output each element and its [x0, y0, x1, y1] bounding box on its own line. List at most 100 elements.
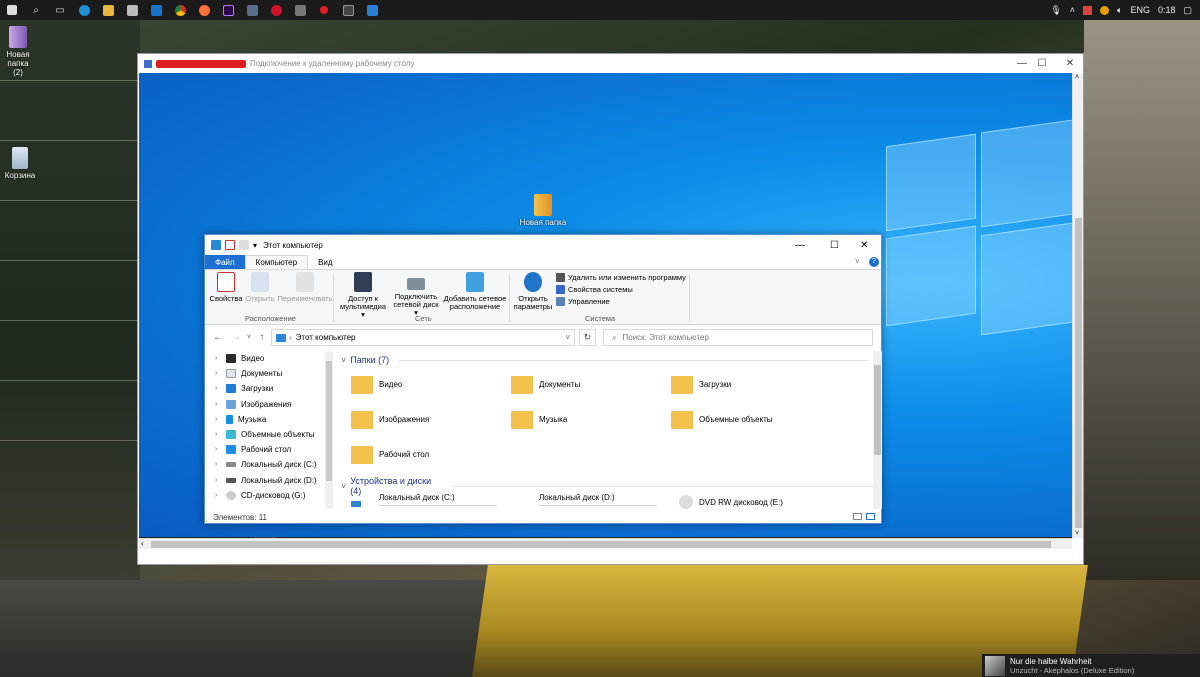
search-input[interactable]: ⌕ Поиск: Этот компьютер — [603, 329, 873, 346]
tab-file[interactable]: Файл — [205, 255, 245, 269]
desktop-recycle-bin[interactable]: Корзина — [0, 147, 42, 180]
up-button[interactable]: ↑ — [253, 332, 271, 343]
edge-icon[interactable] — [72, 0, 96, 20]
nav-item-desktop[interactable]: › Рабочий стол — [205, 442, 335, 457]
qat-dropdown-icon[interactable]: ▾ — [253, 241, 257, 250]
system-properties-button[interactable]: Свойства системы — [556, 285, 633, 294]
remote-desktop-icon[interactable] — [360, 0, 384, 20]
mail-icon[interactable] — [144, 0, 168, 20]
new-folder-icon[interactable] — [239, 240, 249, 250]
windows-icon[interactable] — [0, 0, 24, 20]
rdp-horizontal-scrollbar[interactable]: ‹ — [139, 538, 1072, 549]
nav-scrollbar[interactable] — [325, 351, 333, 509]
folder-video[interactable]: Видео — [351, 373, 402, 395]
search-icon[interactable]: ⌕ — [24, 0, 48, 20]
music-notification[interactable]: Nur die halbe Wahrheit Unzucht - Akephal… — [982, 654, 1200, 677]
chevron-right-icon[interactable]: › — [215, 401, 221, 408]
chevron-right-icon[interactable]: › — [215, 492, 221, 499]
nav-item-video[interactable]: › Видео — [205, 351, 335, 366]
explorer-titlebar[interactable]: ▾ Этот компьютер — ☐ ✕ — [205, 235, 881, 255]
add-network-location-button[interactable]: Добавить сетевое расположение — [443, 272, 507, 311]
nav-item-documents[interactable]: › Документы — [205, 366, 335, 381]
nav-item-downloads[interactable]: › Загрузки — [205, 381, 335, 396]
premiere-icon[interactable] — [216, 0, 240, 20]
ribbon-collapse-icon[interactable]: ˅ — [855, 257, 860, 266]
folder-pictures[interactable]: Изображения — [351, 408, 429, 430]
rdp-vertical-scrollbar[interactable]: ˄ ˅ — [1072, 73, 1083, 538]
forward-button[interactable]: → — [227, 332, 245, 343]
nav-item-drive-c[interactable]: › Локальный диск (C:) — [205, 457, 335, 472]
folder-music[interactable]: Музыка — [511, 408, 567, 430]
notification-icon[interactable]: ▢ — [1183, 5, 1192, 16]
store-icon[interactable] — [120, 0, 144, 20]
media-app-icon[interactable] — [336, 0, 360, 20]
scroll-up-icon[interactable]: ˄ — [1075, 74, 1079, 81]
nav-item-3d-objects[interactable]: › Объемные объекты — [205, 427, 335, 442]
large-icons-view-icon[interactable] — [866, 513, 875, 520]
rdp-horizontal-scrollbar-thumb[interactable] — [151, 541, 1051, 548]
back-button[interactable]: ← — [209, 332, 227, 343]
opera-icon[interactable] — [264, 0, 288, 20]
pen-app-icon[interactable] — [240, 0, 264, 20]
app-tray-icon[interactable] — [1083, 5, 1093, 15]
chevron-right-icon[interactable]: › — [215, 477, 221, 484]
open-settings-button[interactable]: Открыть параметры — [513, 272, 553, 311]
uninstall-program-button[interactable]: Удалить или изменить программу — [556, 273, 686, 282]
drive-c[interactable]: Локальный диск (C:) — [379, 493, 497, 506]
explorer-close-button[interactable]: ✕ — [860, 240, 868, 251]
chevron-up-icon[interactable]: ˄ — [1070, 5, 1075, 15]
tab-computer[interactable]: Компьютер — [244, 255, 309, 269]
address-dropdown-icon[interactable]: ˅ — [565, 333, 570, 342]
recent-dropdown-icon[interactable]: ˅ — [245, 334, 253, 341]
calculator-icon[interactable] — [288, 0, 312, 20]
folder-documents[interactable]: Документы — [511, 373, 580, 395]
drive-d[interactable]: Локальный диск (D:) — [539, 493, 657, 506]
content-scrollbar-thumb[interactable] — [874, 365, 881, 455]
chevron-right-icon[interactable]: › — [215, 385, 221, 392]
properties-button[interactable]: Свойства — [209, 272, 243, 303]
rdp-vertical-scrollbar-thumb[interactable] — [1075, 218, 1082, 528]
details-view-icon[interactable] — [853, 513, 862, 520]
remote-desktop-folder[interactable]: Новая папка — [517, 194, 569, 227]
chevron-right-icon[interactable]: › — [215, 355, 221, 362]
firefox-icon[interactable] — [192, 0, 216, 20]
drive-dvd[interactable]: DVD RW дисковод (E:) — [679, 495, 783, 509]
folders-section-header[interactable]: ˅ Папки (7) — [341, 355, 870, 365]
help-icon[interactable]: ? — [869, 257, 879, 267]
explorer-minimize-button[interactable]: — — [795, 240, 805, 251]
refresh-button[interactable]: ↻ — [579, 329, 596, 346]
nav-item-cd-drive[interactable]: › CD-дисковод (G:) — [205, 488, 335, 503]
nav-item-drive-d[interactable]: › Локальный диск (D:) — [205, 473, 335, 488]
folder-3d-objects[interactable]: Объемные объекты — [671, 408, 773, 430]
maximize-button[interactable]: ☐ — [1027, 54, 1057, 73]
chevron-right-icon[interactable]: › — [215, 446, 221, 453]
battery-icon[interactable] — [1100, 5, 1110, 15]
close-button[interactable]: ✕ — [1055, 54, 1085, 73]
nav-scrollbar-thumb[interactable] — [326, 361, 332, 481]
content-scrollbar[interactable] — [873, 351, 882, 509]
file-explorer-icon[interactable] — [96, 0, 120, 20]
tab-view[interactable]: Вид — [308, 255, 342, 269]
scroll-left-icon[interactable]: ‹ — [141, 539, 144, 548]
speaker-icon[interactable]: 🔈︎ — [1117, 5, 1122, 16]
scroll-down-icon[interactable]: ˅ — [1075, 530, 1079, 537]
chrome-icon[interactable] — [168, 0, 192, 20]
chevron-right-icon[interactable]: › — [215, 431, 221, 438]
microphone-icon[interactable]: 🎙︎ — [1050, 5, 1061, 16]
rdp-titlebar[interactable]: Подключение к удаленному рабочему столу … — [138, 54, 1083, 73]
map-drive-button[interactable]: Подключить сетевой диск ▾ — [391, 272, 441, 317]
address-bar[interactable]: › Этот компьютер ˅ — [271, 329, 575, 346]
manage-button[interactable]: Управление — [556, 297, 610, 306]
nav-item-pictures[interactable]: › Изображения — [205, 397, 335, 412]
clock[interactable]: 0:18 — [1158, 5, 1176, 15]
media-access-button[interactable]: Доступ к мультимедиа ▾ — [338, 272, 388, 319]
desktop-folder-new[interactable]: Новая папка (2) — [0, 26, 40, 77]
nav-item-music[interactable]: › Музыка — [205, 412, 335, 427]
chevron-right-icon[interactable]: › — [215, 370, 221, 377]
folder-downloads[interactable]: Загрузки — [671, 373, 731, 395]
language-indicator[interactable]: ENG — [1130, 5, 1150, 15]
open-button[interactable]: Открыть — [243, 272, 277, 303]
chevron-right-icon[interactable]: › — [215, 416, 221, 423]
record-icon[interactable] — [312, 0, 336, 20]
task-view-icon[interactable]: ▭ — [48, 0, 72, 20]
